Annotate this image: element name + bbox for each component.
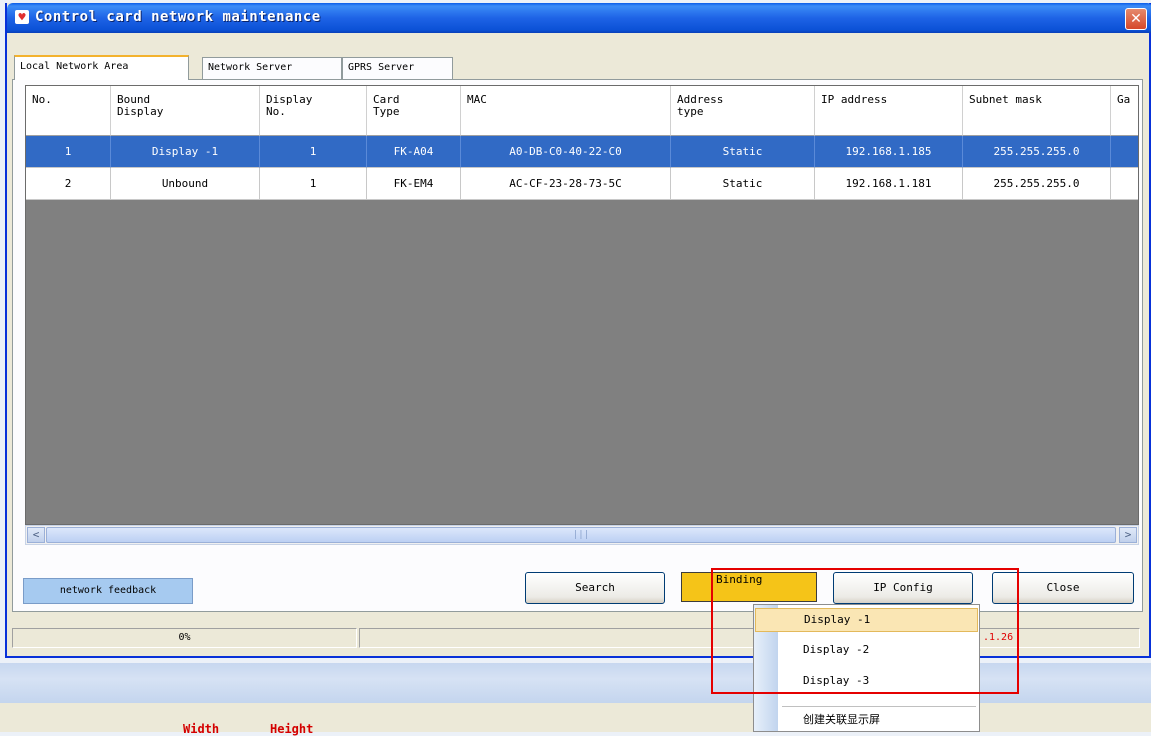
cell-no: 2 (26, 168, 111, 200)
menu-item-display-3[interactable]: Display -3 (755, 670, 978, 694)
height-label: Height (270, 722, 314, 736)
cell-ip-address: 192.168.1.181 (815, 168, 963, 200)
heart-icon: ♥ (15, 10, 29, 24)
progress-status: 0% (12, 628, 357, 648)
cell-card-type: FK-A04 (367, 136, 461, 168)
menu-item-display-2[interactable]: Display -2 (755, 639, 978, 663)
column-header-address-type[interactable]: Address type (671, 86, 815, 136)
window-title: Control card network maintenance (35, 9, 321, 25)
column-header-display-no[interactable]: Display No. (260, 86, 367, 136)
cell-subnet-mask: 255.255.255.0 (963, 168, 1111, 200)
cell-no: 1 (26, 136, 111, 168)
network-feedback-button[interactable]: network feedback (23, 578, 193, 604)
menu-item-create-associated-display[interactable]: 创建关联显示屏 (755, 709, 978, 733)
width-label: Width (183, 722, 220, 736)
cell-address-type: Static (671, 136, 815, 168)
tab-local-network-area[interactable]: Local Network Area (14, 55, 189, 80)
horizontal-scrollbar[interactable]: < ||| > (25, 525, 1139, 545)
scroll-left-button[interactable]: < (27, 527, 45, 543)
tab-gprs-server[interactable]: GPRS Server (342, 57, 453, 79)
column-header-gateway[interactable]: Ga (1111, 86, 1138, 136)
column-header-ip-address[interactable]: IP address (815, 86, 963, 136)
column-header-subnet-mask[interactable]: Subnet mask (963, 86, 1111, 136)
cell-card-type: FK-EM4 (367, 168, 461, 200)
search-button[interactable]: Search (525, 572, 665, 604)
cell-mac: A0-DB-C0-40-22-C0 (461, 136, 671, 168)
scroll-right-button[interactable]: > (1119, 527, 1137, 543)
column-header-mac[interactable]: MAC (461, 86, 671, 136)
cell-mac: AC-CF-23-28-73-5C (461, 168, 671, 200)
cell-subnet-mask: 255.255.255.0 (963, 136, 1111, 168)
close-button[interactable]: Close (992, 572, 1134, 604)
grip-icon: ||| (572, 530, 590, 540)
tab-network-server[interactable]: Network Server (202, 57, 342, 79)
chevron-right-icon: > (1124, 528, 1132, 541)
column-header-no[interactable]: No. (26, 86, 111, 136)
status-ip-text: .1.26 (983, 632, 1014, 643)
tab-label: Network Server (208, 62, 293, 73)
tab-label: GPRS Server (348, 62, 415, 73)
binding-button[interactable]: Binding (681, 572, 817, 602)
close-window-button[interactable]: ✕ (1125, 8, 1147, 30)
cell-bound-display: Display -1 (111, 136, 260, 168)
ip-config-button[interactable]: IP Config (833, 572, 973, 604)
status-message (359, 628, 1140, 648)
cell-ip-address: 192.168.1.185 (815, 136, 963, 168)
cell-gateway (1111, 168, 1138, 200)
device-table[interactable]: No. Bound Display Display No. Card Type … (25, 85, 1139, 525)
title-bar[interactable]: ♥ Control card network maintenance ✕ (7, 3, 1151, 33)
menu-separator (782, 706, 976, 707)
binding-context-menu: Display -1 Display -2 Display -3 创建关联显示屏 (753, 604, 980, 732)
column-header-bound-display[interactable]: Bound Display (111, 86, 260, 136)
cell-gateway (1111, 136, 1138, 168)
column-header-card-type[interactable]: Card Type (367, 86, 461, 136)
tab-label: Local Network Area (20, 61, 129, 72)
chevron-left-icon: < (32, 528, 40, 541)
cell-bound-display: Unbound (111, 168, 260, 200)
cell-address-type: Static (671, 168, 815, 200)
close-icon: ✕ (1130, 11, 1142, 27)
scroll-thumb[interactable]: ||| (46, 527, 1116, 543)
cell-display-no: 1 (260, 136, 367, 168)
cell-display-no: 1 (260, 168, 367, 200)
menu-item-display-1[interactable]: Display -1 (755, 608, 978, 632)
